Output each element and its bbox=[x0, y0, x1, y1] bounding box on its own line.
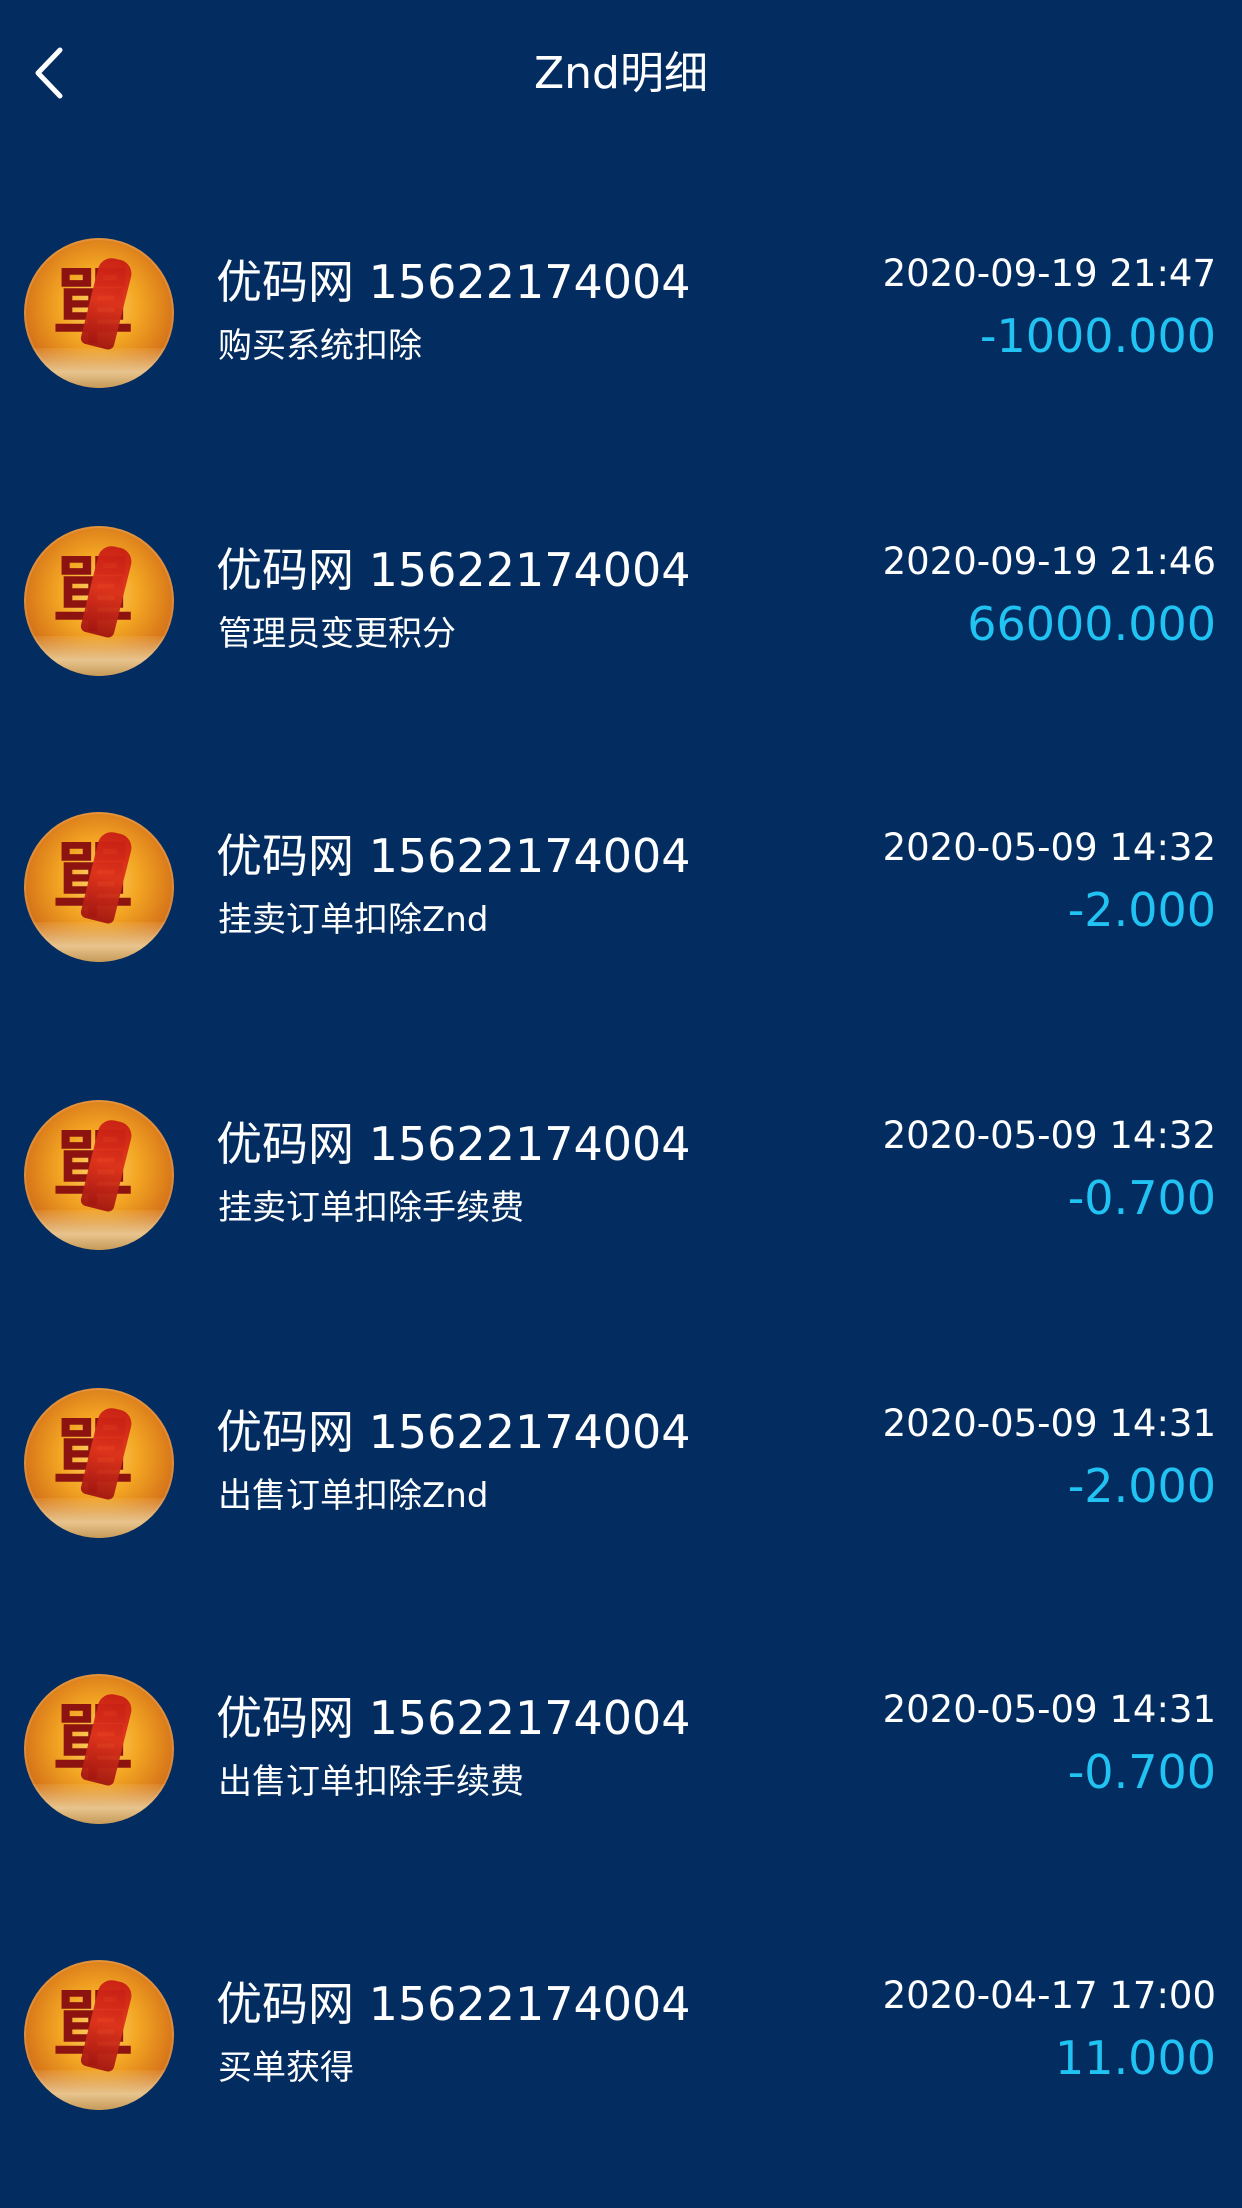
record-description: 购买系统扣除 bbox=[218, 326, 422, 366]
avatar: 單 bbox=[24, 526, 174, 676]
list-item[interactable]: 單 优码网 15622174004 管理员变更积分 2020-09-19 21:… bbox=[0, 526, 1242, 726]
record-description: 管理员变更积分 bbox=[218, 614, 456, 654]
record-amount: -0.700 bbox=[1067, 1171, 1216, 1225]
record-time: 2020-05-09 14:31 bbox=[882, 1688, 1216, 1731]
record-description: 出售订单扣除Znd bbox=[218, 1476, 489, 1516]
list-item[interactable]: 單 优码网 15622174004 出售订单扣除手续费 2020-05-09 1… bbox=[0, 1674, 1242, 1874]
record-time: 2020-05-09 14:32 bbox=[882, 1114, 1216, 1157]
record-amount: 11.000 bbox=[1055, 2031, 1216, 2085]
record-time: 2020-04-17 17:00 bbox=[882, 1974, 1216, 2017]
record-amount: -0.700 bbox=[1067, 1745, 1216, 1799]
record-name: 优码网 15622174004 bbox=[216, 829, 691, 883]
header-bar: Znd明细 bbox=[0, 0, 1242, 150]
list-item[interactable]: 單 优码网 15622174004 购买系统扣除 2020-09-19 21:4… bbox=[0, 238, 1242, 438]
record-amount: -2.000 bbox=[1067, 1459, 1216, 1513]
avatar: 單 bbox=[24, 812, 174, 962]
record-time: 2020-05-09 14:32 bbox=[882, 826, 1216, 869]
record-description: 挂卖订单扣除Znd bbox=[218, 900, 489, 940]
record-description: 出售订单扣除手续费 bbox=[218, 1762, 524, 1802]
record-name: 优码网 15622174004 bbox=[216, 543, 691, 597]
record-amount: -1000.000 bbox=[979, 309, 1216, 363]
record-name: 优码网 15622174004 bbox=[216, 1977, 691, 2031]
record-name: 优码网 15622174004 bbox=[216, 1117, 691, 1171]
avatar: 單 bbox=[24, 238, 174, 388]
record-name: 优码网 15622174004 bbox=[216, 1691, 691, 1745]
record-time: 2020-09-19 21:47 bbox=[882, 252, 1216, 295]
record-name: 优码网 15622174004 bbox=[216, 255, 691, 309]
avatar: 單 bbox=[24, 1960, 174, 2110]
avatar: 單 bbox=[24, 1100, 174, 1250]
record-description: 挂卖订单扣除手续费 bbox=[218, 1188, 524, 1228]
record-time: 2020-09-19 21:46 bbox=[882, 540, 1216, 583]
record-amount: -2.000 bbox=[1067, 883, 1216, 937]
list-item[interactable]: 單 优码网 15622174004 买单获得 2020-04-17 17:00 … bbox=[0, 1960, 1242, 2160]
list-item[interactable]: 單 优码网 15622174004 挂卖订单扣除Znd 2020-05-09 1… bbox=[0, 812, 1242, 1012]
page-title: Znd明细 bbox=[534, 48, 708, 99]
record-amount: 66000.000 bbox=[967, 597, 1216, 651]
avatar: 單 bbox=[24, 1388, 174, 1538]
avatar: 單 bbox=[24, 1674, 174, 1824]
list-item[interactable]: 單 优码网 15622174004 出售订单扣除Znd 2020-05-09 1… bbox=[0, 1388, 1242, 1588]
list-item[interactable]: 單 优码网 15622174004 挂卖订单扣除手续费 2020-05-09 1… bbox=[0, 1100, 1242, 1300]
record-time: 2020-05-09 14:31 bbox=[882, 1402, 1216, 1445]
record-description: 买单获得 bbox=[218, 2048, 354, 2088]
record-name: 优码网 15622174004 bbox=[216, 1405, 691, 1459]
